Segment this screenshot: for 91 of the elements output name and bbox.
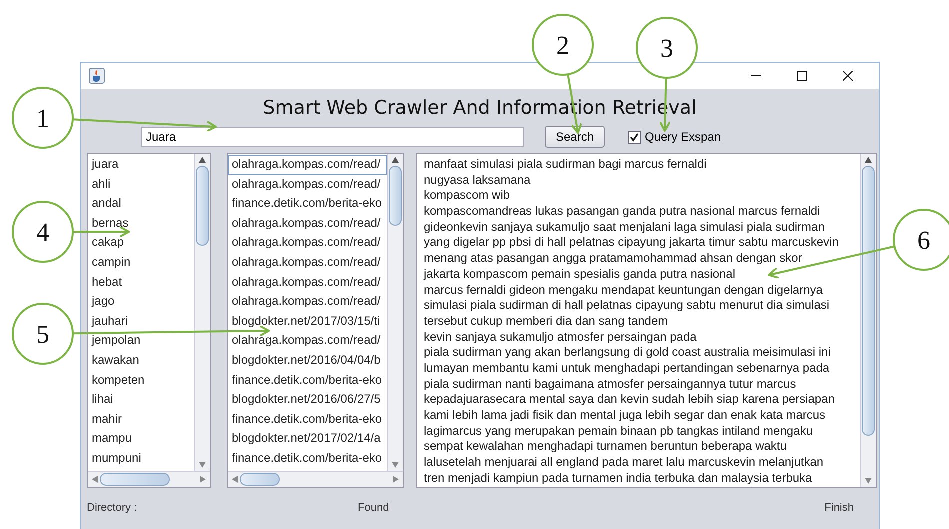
text-line: marcus fernaldi gideon mengaku mendapat keuntungan dengan digelarnya	[423, 282, 824, 298]
list-item[interactable]: finance.detik.com/berita-eko	[228, 448, 387, 468]
left-arrow-icon[interactable]	[92, 476, 98, 483]
list-item[interactable]: finance.detik.com/berita-eko	[228, 194, 387, 214]
list-item[interactable]: olahraga.kompas.com/read/	[228, 174, 387, 194]
right-arrow-icon[interactable]	[393, 476, 399, 483]
search-field[interactable]: Juara	[141, 127, 524, 147]
text-line: kevin sanjaya sukamuljo atmosfer persaingan pada	[423, 330, 698, 346]
text-line: kompascomandreas lukas pasangan ganda putra nasional marcus fernaldi	[423, 204, 822, 220]
callout-number: 5	[36, 320, 50, 349]
vertical-scrollbar[interactable]	[387, 154, 403, 471]
list-item[interactable]: olahraga.kompas.com/read/	[228, 233, 387, 253]
list-item[interactable]: andal	[88, 194, 194, 214]
scroll-thumb[interactable]	[100, 473, 170, 486]
scroll-thumb[interactable]	[389, 166, 402, 226]
text-line: yang digelar pp pbsi di hall pelatnas cipayung jakarta timur sabtu marcuskevin	[423, 235, 840, 252]
list-item[interactable]: hebat	[88, 272, 194, 292]
up-arrow-icon[interactable]	[865, 157, 872, 163]
text-line: gideonkevin sanjaya sukamuljo saat menjalani laga simulasi piala sudirman	[423, 220, 826, 236]
horizontal-scrollbar[interactable]	[228, 471, 403, 487]
text-line: simulasi piala sudirman di hall pelatnas cipayung sabtu menurut dia simulasi	[423, 298, 831, 314]
list-item[interactable]: campin	[88, 252, 194, 273]
search-button[interactable]: Search	[545, 126, 605, 148]
up-arrow-icon[interactable]	[199, 157, 206, 163]
text-line: kepadajuarasecara mental saya dan kevin sudah lebih siap karena persiapan	[423, 392, 836, 408]
list-item[interactable]: olahraga.kompas.com/read/	[228, 292, 387, 312]
list-item[interactable]: jauhari	[88, 312, 194, 332]
list-item[interactable]: juara	[88, 155, 194, 175]
callout-number: 1	[36, 104, 50, 133]
list-item[interactable]: kawakan	[88, 350, 194, 371]
list-item[interactable]: mampu	[88, 429, 194, 449]
text-line: tren menjadi kampiun pada turnamen india terbuka dan malaysia terbuka	[423, 470, 814, 486]
text-line: kompascom wib	[423, 188, 512, 204]
list-item[interactable]: blogdokter.net/2017/03/15/ti	[228, 312, 387, 332]
vertical-scrollbar[interactable]	[860, 154, 876, 487]
list-item[interactable]: olahraga.kompas.com/read/	[228, 155, 387, 175]
down-arrow-icon[interactable]	[865, 478, 872, 484]
left-arrow-icon[interactable]	[232, 476, 238, 483]
down-arrow-icon[interactable]	[199, 462, 206, 468]
up-arrow-icon[interactable]	[392, 157, 399, 163]
list-item[interactable]: blogdokter.net/2016/06/27/5	[228, 390, 387, 410]
text-line: lagimarcus yang merupakan pemain binaan pb tangkas intiland mengaku	[423, 424, 814, 440]
list-item[interactable]: finance.detik.com/berita-eko	[228, 410, 387, 430]
list-item[interactable]: mahir	[88, 410, 194, 430]
checkbox[interactable]	[628, 130, 641, 144]
text-line: lalusetelah menjuarai all england pada maret lalu marcuskevin melanjutkan	[423, 455, 825, 471]
list-item[interactable]: kompeten	[88, 370, 194, 390]
text-line: jakarta kompascom pemain spesialis ganda putra nasional	[422, 266, 737, 282]
callout-number: 2	[556, 31, 570, 60]
list-item[interactable]: olahraga.kompas.com/read/	[228, 214, 387, 234]
vertical-scrollbar[interactable]	[194, 154, 210, 471]
java-cup-icon	[89, 68, 105, 84]
maximize-icon	[797, 71, 807, 81]
list-item[interactable]: blogdokter.net/2017/02/14/a	[228, 429, 387, 449]
minimize-icon	[751, 75, 761, 77]
list-item[interactable]: olahraga.kompas.com/read/	[228, 252, 387, 273]
down-arrow-icon[interactable]	[392, 462, 399, 468]
horizontal-scrollbar[interactable]	[88, 471, 210, 487]
text-line: piala sudirman yang akan berlangsung di gold coast australia meisimulasi ini	[423, 345, 832, 361]
list-item[interactable]: jempolan	[88, 331, 194, 351]
text-line: tersebut cukup memberi dia dan sang tandem	[423, 314, 670, 330]
text-line: sempat kewalahan menghadapi turnamen beruntun beberapa waktu	[423, 439, 788, 456]
scroll-thumb[interactable]	[240, 473, 280, 486]
text-line: piala sudirman nanti bagaimana atmosfer persaingannya tutur marcus	[423, 376, 798, 392]
status-text: Finish	[824, 502, 854, 514]
list-item[interactable]: olahraga.kompas.com/read/	[228, 272, 387, 292]
text-line: menang atas pasangan angga pratamamohammad ahsan dengan skor	[423, 251, 804, 267]
list-item[interactable]: bernas	[88, 214, 194, 234]
scroll-thumb[interactable]	[196, 166, 209, 246]
callout-number: 3	[660, 34, 674, 63]
text-area[interactable]	[416, 153, 877, 488]
text-line: kami lebih lama jadi fisik dan mental juga lebih segar dan enak kata marcus	[423, 408, 827, 424]
scroll-thumb[interactable]	[862, 166, 875, 436]
text-line: lumayan membantu kami untuk menghadapi pertandingan sebenarnya pada	[423, 360, 831, 377]
close-icon	[843, 71, 853, 81]
list-item[interactable]: blogdokter.net/2016/04/04/b	[228, 350, 387, 371]
callout-number: 4	[36, 218, 50, 247]
text-line: nugyasa laksamana	[423, 172, 532, 188]
status-text: Directory :	[87, 502, 138, 514]
text-line: manfaat simulasi piala sudirman bagi marcus fernaldi	[423, 157, 708, 173]
status-text: Found	[358, 502, 390, 514]
list-item[interactable]: mumpuni	[88, 448, 194, 468]
list-item[interactable]: lihai	[88, 390, 194, 410]
checkbox-label: Query Exspan	[645, 130, 722, 144]
callout-number: 6	[918, 226, 930, 255]
list-item[interactable]: ahli	[88, 174, 194, 194]
list-item[interactable]: cakap	[88, 233, 194, 253]
right-arrow-icon[interactable]	[200, 476, 206, 483]
list-item[interactable]: olahraga.kompas.com/read/	[228, 331, 387, 351]
list-item[interactable]: jago	[88, 292, 194, 312]
list-item[interactable]: finance.detik.com/berita-eko	[228, 370, 387, 390]
